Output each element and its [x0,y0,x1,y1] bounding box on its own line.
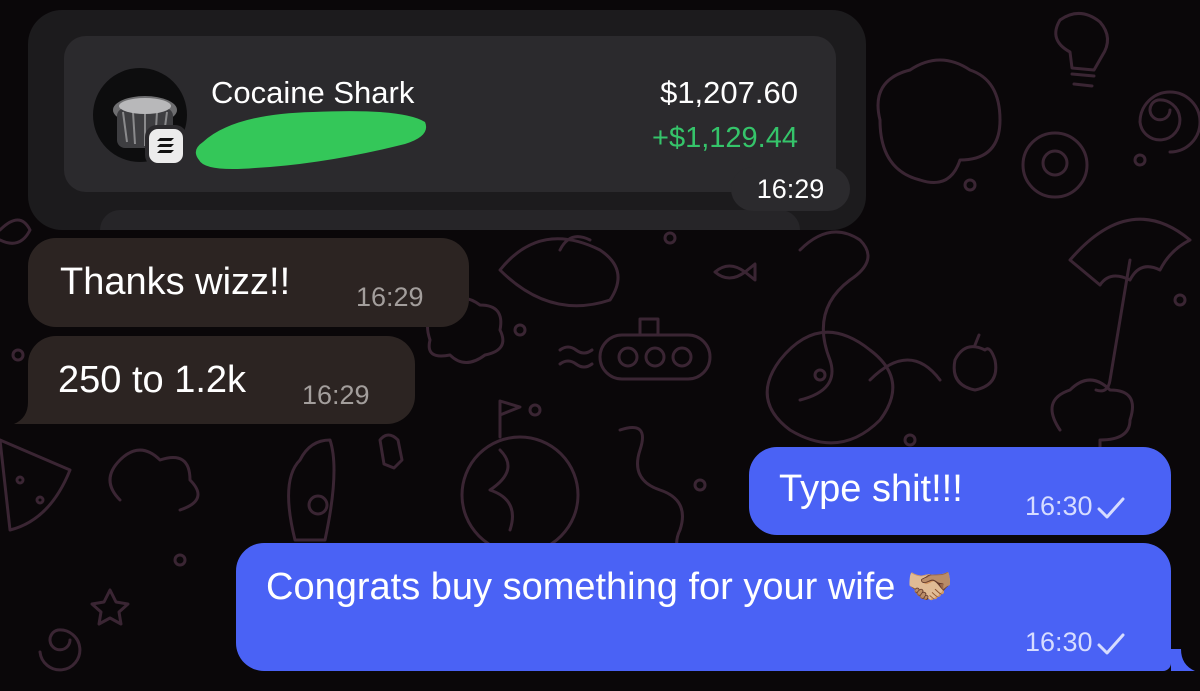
message-bubble-outgoing[interactable]: Congrats buy something for your wife 🫱🏼‍… [236,543,1171,671]
token-value: $1,207.60 [660,75,798,110]
solana-icon [149,129,183,163]
message-time-row: 16:30 [1025,491,1126,521]
message-time: 16:29 [356,282,424,312]
message-text: 250 to 1.2k [58,359,247,401]
token-pnl: +$1,129.44 [652,122,798,154]
message-bubble-outgoing[interactable]: Type shit!!! 16:30 [749,447,1171,535]
sent-check-icon [1097,633,1125,655]
lightbulb-doodle-icon [1054,12,1109,88]
message-text: Thanks wizz!! [60,261,291,303]
message-time: 16:29 [302,380,370,410]
card-peek-layer [100,210,800,230]
message-bubble-incoming[interactable]: Thanks wizz!! 16:29 [28,238,469,327]
message-text: Congrats buy something for your wife 🫱🏼‍… [266,566,954,608]
submarine-doodle-icon [558,317,712,381]
message-time-row: 16:30 [1025,627,1126,657]
card-timestamp: 16:29 [731,167,850,211]
bubble-tail-outgoing [1171,649,1195,671]
chain-badge [145,125,187,167]
message-time: 16:30 [1025,627,1093,657]
bubble-tail-incoming [14,402,38,424]
redaction-scribble [195,111,427,169]
sent-check-icon [1097,497,1125,519]
message-time: 16:30 [1025,491,1093,521]
message-bubble-incoming[interactable]: 250 to 1.2k 16:29 [28,336,415,424]
message-text: Type shit!!! [779,468,963,510]
